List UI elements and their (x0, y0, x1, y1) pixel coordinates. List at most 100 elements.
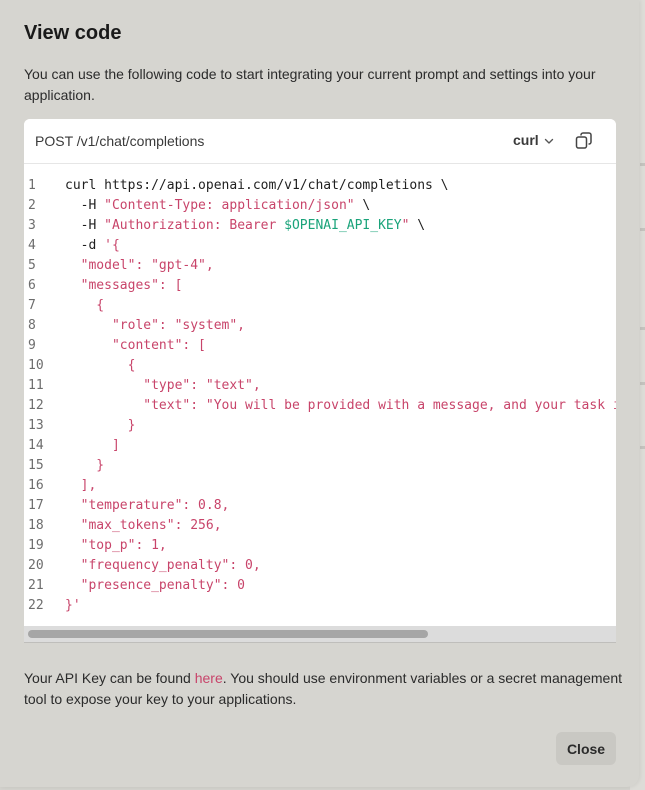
api-key-note: Your API Key can be found here. You shou… (24, 668, 622, 710)
line-number: 3 (28, 218, 36, 233)
code-line: 14 ] (24, 436, 616, 456)
code-header: POST /v1/chat/completions curl (24, 119, 616, 164)
code-token: } (65, 458, 105, 473)
code-token: { (65, 358, 136, 373)
code-token: "content": [ (65, 338, 206, 353)
modal-description: You can use the following code to start … (24, 66, 596, 103)
api-key-note-prefix: Your API Key can be found (24, 670, 195, 686)
code-token: "type": "text", (65, 378, 261, 393)
copy-icon[interactable] (573, 130, 595, 152)
line-number: 15 (28, 458, 44, 473)
code-line: 1 curl https://api.openai.com/v1/chat/com… (24, 176, 616, 196)
code-text: } (56, 416, 136, 436)
line-number: 13 (28, 418, 44, 433)
line-number: 6 (28, 278, 36, 293)
code-text: ], (56, 476, 97, 496)
language-select-value: curl (513, 132, 539, 148)
code-text: -H "Content-Type: application/json" \ (56, 196, 371, 216)
code-line: 17 "temperature": 0.8, (24, 496, 616, 516)
code-token: -H (65, 218, 105, 233)
code-line: 9 "content": [ (24, 336, 616, 356)
code-text: "presence_penalty": 0 (56, 576, 245, 596)
code-line: 10 { (24, 356, 616, 376)
divider (24, 642, 616, 643)
line-number: 8 (28, 318, 36, 333)
code-token: "presence_penalty": 0 (65, 578, 246, 593)
code-line: 22 }' (24, 596, 616, 616)
code-token: "top_p": 1, (65, 538, 167, 553)
line-number: 22 (28, 598, 44, 613)
code-token: "text": "You will be provided with a mes… (65, 398, 616, 413)
code-line: 4 -d '{ (24, 236, 616, 256)
code-token: { (65, 298, 105, 313)
code-token: "Content-Type: application/json" (104, 198, 355, 213)
chevron-down-icon (544, 138, 553, 144)
background-divider (640, 382, 645, 385)
code-line: 5 "model": "gpt-4", (24, 256, 616, 276)
code-token: $OPENAI_API_KEY (284, 218, 402, 233)
code-token: "max_tokens": 256, (65, 518, 222, 533)
code-line: 21 "presence_penalty": 0 (24, 576, 616, 596)
code-text: "model": "gpt-4", (56, 256, 214, 276)
code-line: 18 "max_tokens": 256, (24, 516, 616, 536)
endpoint-label: POST /v1/chat/completions (35, 133, 205, 149)
code-line: 6 "messages": [ (24, 276, 616, 296)
code-text: "max_tokens": 256, (56, 516, 222, 536)
line-number: 16 (28, 478, 44, 493)
code-token: -H (65, 198, 105, 213)
line-number: 9 (28, 338, 36, 353)
code-text: "type": "text", (56, 376, 261, 396)
horizontal-scrollbar[interactable] (24, 626, 616, 642)
background-divider (640, 446, 645, 449)
code-line: 13 } (24, 416, 616, 436)
code-token: -d (65, 238, 105, 253)
code-token: }' (65, 598, 81, 613)
close-button[interactable]: Close (556, 732, 616, 765)
code-line: 3 -H "Authorization: Bearer $OPENAI_API_… (24, 216, 616, 236)
code-token: "model": "gpt-4", (65, 258, 214, 273)
code-text: -H "Authorization: Bearer $OPENAI_API_KE… (56, 216, 425, 236)
code-token: \ (354, 198, 371, 213)
code-text: "messages": [ (56, 276, 183, 296)
code-token: curl https://api.openai.com/v1/chat/comp… (65, 178, 449, 193)
code-body[interactable]: 1 curl https://api.openai.com/v1/chat/com… (24, 176, 616, 626)
line-number: 20 (28, 558, 44, 573)
line-number: 7 (28, 298, 36, 313)
code-text: ] (56, 436, 120, 456)
api-key-link[interactable]: here (195, 670, 223, 686)
code-line: 15 } (24, 456, 616, 476)
code-text: "role": "system", (56, 316, 245, 336)
code-token: "temperature": 0.8, (65, 498, 230, 513)
line-number: 4 (28, 238, 36, 253)
code-text: "top_p": 1, (56, 536, 167, 556)
background-divider (640, 163, 645, 166)
modal-title: View code (24, 22, 122, 44)
line-number: 14 (28, 438, 44, 453)
code-text: { (56, 296, 104, 316)
code-text: "frequency_penalty": 0, (56, 556, 261, 576)
code-token: "role": "system", (65, 318, 246, 333)
code-text: "temperature": 0.8, (56, 496, 230, 516)
line-number: 1 (28, 178, 36, 193)
code-text: curl https://api.openai.com/v1/chat/comp… (56, 176, 449, 196)
line-number: 17 (28, 498, 44, 513)
code-text: -d '{ (56, 236, 120, 256)
code-token: \ (409, 218, 426, 233)
view-code-modal: View code You can use the following code… (0, 0, 639, 787)
code-line: 7 { (24, 296, 616, 316)
code-token: "messages": [ (65, 278, 183, 293)
code-panel: POST /v1/chat/completions curl 1 curl htt… (24, 119, 616, 642)
code-line: 19 "top_p": 1, (24, 536, 616, 556)
line-number: 10 (28, 358, 44, 373)
line-number: 11 (28, 378, 44, 393)
language-select[interactable]: curl (513, 132, 555, 148)
background-divider (640, 327, 645, 330)
line-number: 5 (28, 258, 36, 273)
code-token: "frequency_penalty": 0, (65, 558, 261, 573)
code-line: 12 "text": "You will be provided with a … (24, 396, 616, 416)
code-line: 2 -H "Content-Type: application/json" \ (24, 196, 616, 216)
code-text: "text": "You will be provided with a mes… (56, 396, 616, 416)
scrollbar-thumb[interactable] (28, 630, 428, 638)
code-text: "content": [ (56, 336, 206, 356)
line-number: 18 (28, 518, 44, 533)
